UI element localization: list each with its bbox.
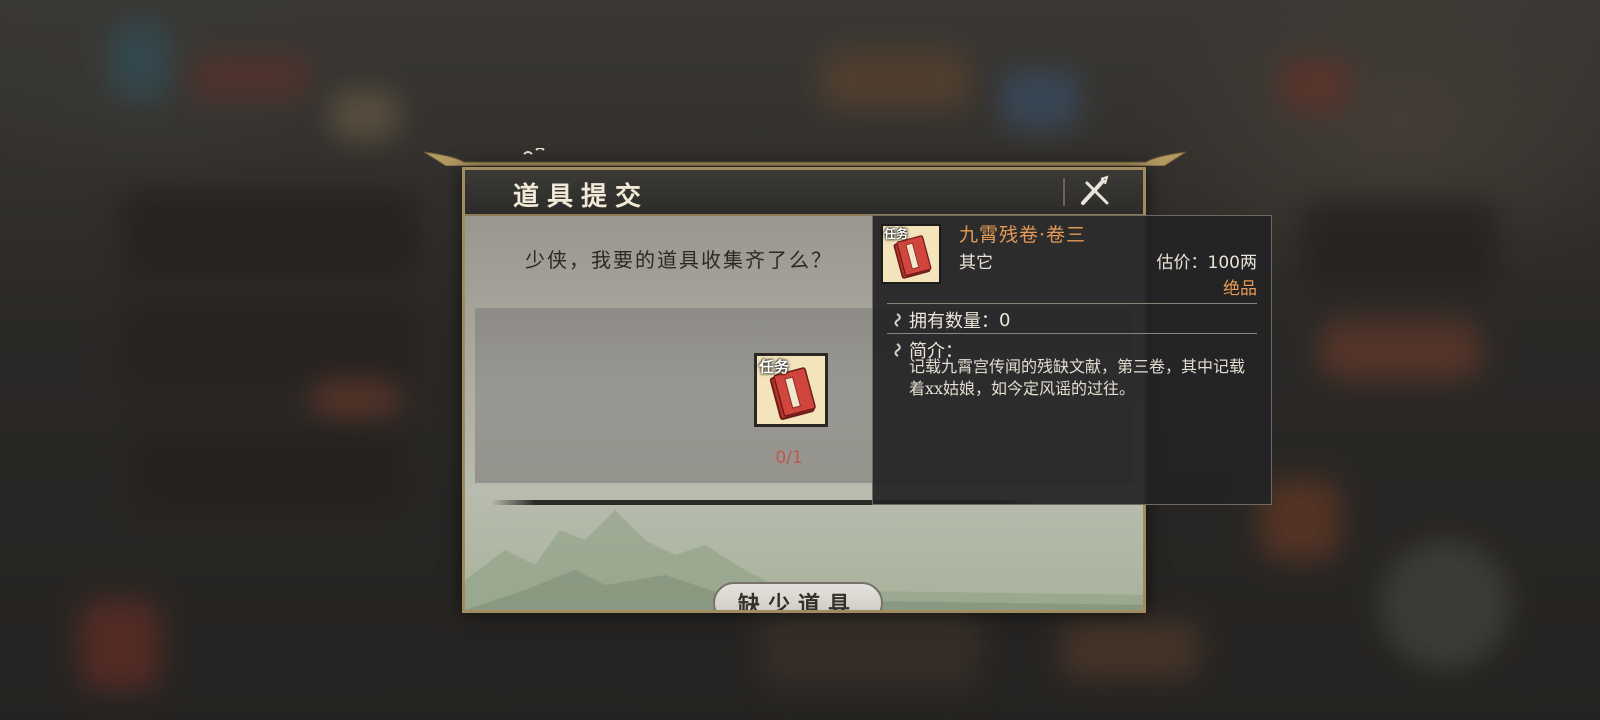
dialog-title: 道具提交 (513, 182, 650, 212)
tooltip-item-icon: 任务 (881, 224, 941, 284)
dialog-titlebar: 道具提交 (465, 170, 1143, 216)
owned-value: 0 (999, 309, 1011, 331)
item-rarity: 绝品 (1223, 279, 1257, 299)
owned-label: 拥有数量： (909, 311, 999, 332)
quest-item-badge: 任务 (759, 358, 790, 376)
swirl-bullet-icon (894, 313, 901, 327)
missing-items-button[interactable]: 缺少道具 (713, 582, 883, 610)
roof-eave-ornament (424, 148, 1186, 166)
item-price: 估价：100两 (1157, 248, 1257, 273)
tooltip-quest-badge: 任务 (884, 227, 909, 241)
item-description: 记载九霄宫传闻的残缺文献，第三卷，其中记载着xx姑娘，如今定风谣的过往。 (909, 357, 1246, 398)
missing-items-label: 缺少道具 (737, 592, 858, 610)
item-count: 0/1 (775, 448, 803, 468)
swirl-bullet-icon (894, 343, 901, 357)
price-value: 100两 (1207, 253, 1257, 273)
close-icon (1081, 175, 1109, 205)
tooltip-divider (887, 303, 1257, 304)
npc-prompt-text: 少侠，我要的道具收集齐了么？ (525, 248, 833, 272)
tooltip-divider (887, 333, 1257, 334)
item-name: 九霄残卷·卷三 (959, 224, 1087, 246)
titlebar-divider (1063, 178, 1065, 206)
price-label: 估价： (1156, 253, 1208, 273)
owned-quantity-row: 拥有数量： 0 (891, 307, 1010, 333)
required-item-slot[interactable]: 任务 (754, 353, 828, 427)
item-tooltip: 任务 九霄残卷·卷三 其它 估价：100两 绝品 拥有数量： 0 简介： 记载九霄… (872, 215, 1272, 505)
close-button[interactable] (1077, 175, 1113, 209)
item-type: 其它 (959, 253, 993, 273)
